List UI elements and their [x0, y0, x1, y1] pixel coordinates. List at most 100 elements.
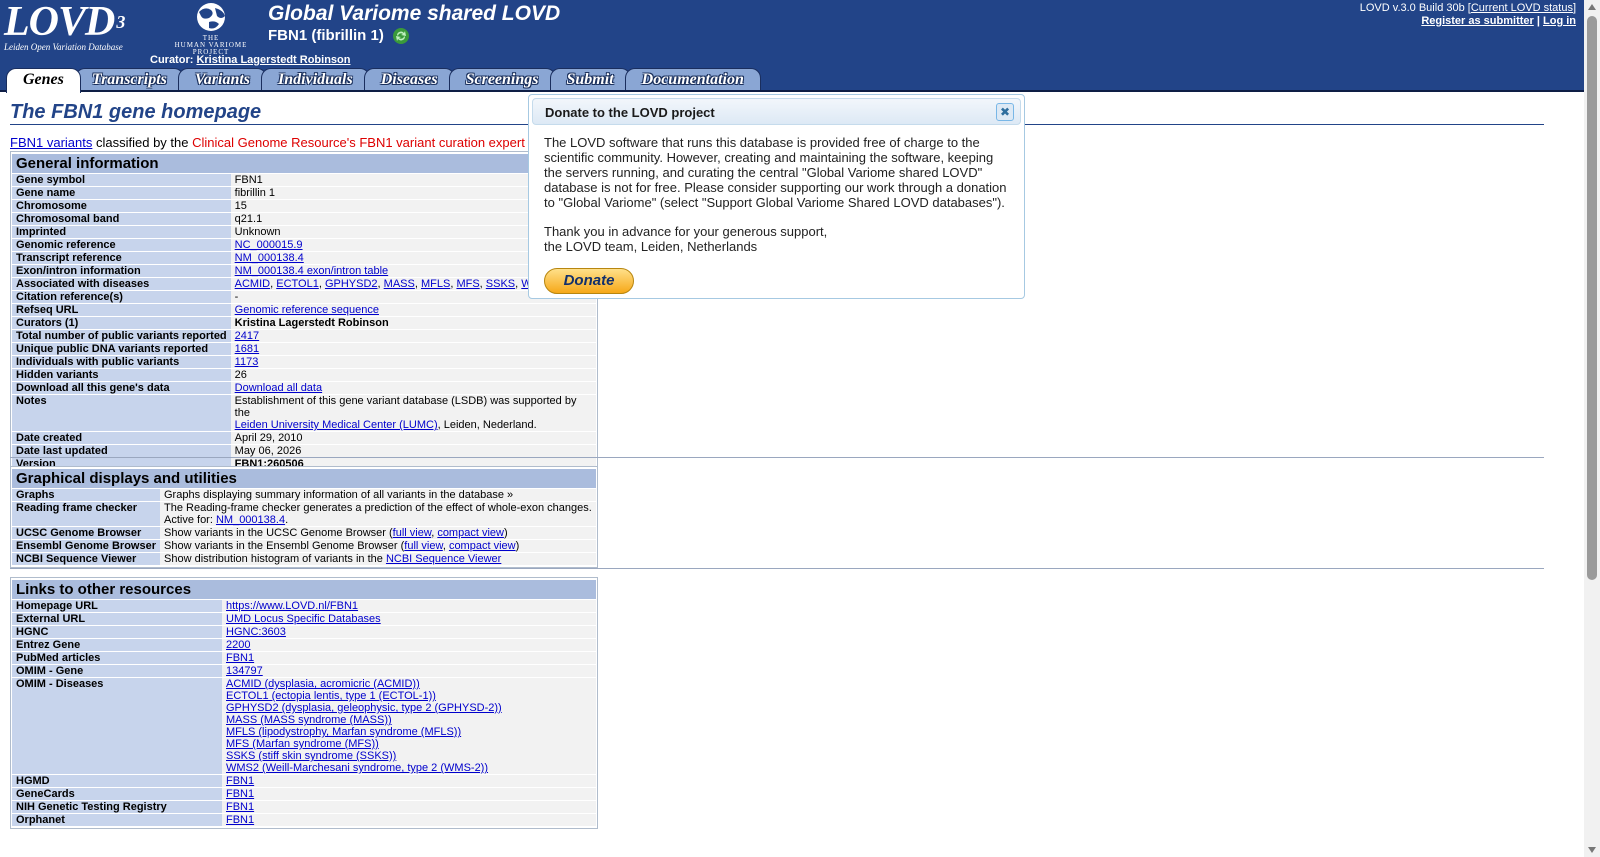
- table-row: NIH Genetic Testing Registry FBN1: [12, 801, 596, 813]
- section-title: General information: [12, 154, 596, 173]
- omim-disease-link[interactable]: MASS (MASS syndrome (MASS)): [226, 714, 592, 726]
- version-close: ]: [1572, 2, 1576, 14]
- omim-disease-link[interactable]: WMS2 (Weill-Marchesani syndrome, type 2 …: [226, 762, 592, 774]
- tab-transcripts[interactable]: Transcripts: [74, 68, 184, 92]
- unique-variants-link[interactable]: 1681: [235, 343, 259, 355]
- link-separator: |: [1536, 15, 1540, 27]
- omim-disease-link[interactable]: MFS (Marfan syndrome (MFS)): [226, 738, 592, 750]
- disease-link[interactable]: ECTOL1: [276, 278, 319, 290]
- orphanet-link[interactable]: FBN1: [226, 814, 254, 826]
- transcript-reference-link[interactable]: NM_000138.4: [235, 252, 304, 264]
- current-status-link[interactable]: Current LOVD status: [1471, 2, 1573, 14]
- row-label: Refseq URL: [12, 304, 231, 316]
- curators-value: Kristina Lagerstedt Robinson: [230, 317, 596, 329]
- row-label: Entrez Gene: [12, 639, 222, 651]
- tab-individuals[interactable]: Individuals: [261, 68, 370, 92]
- scroll-up-icon[interactable]: [1588, 4, 1596, 10]
- tab-genes[interactable]: Genes: [6, 68, 81, 93]
- section-divider: [10, 568, 1544, 569]
- entrez-link[interactable]: 2200: [226, 639, 250, 651]
- disease-link[interactable]: ACMID: [235, 278, 270, 290]
- genecards-link[interactable]: FBN1: [226, 788, 254, 800]
- ensembl-full-view-link[interactable]: full view: [404, 540, 443, 552]
- pubmed-link[interactable]: FBN1: [226, 652, 254, 664]
- omim-disease-link[interactable]: ACMID (dysplasia, acromicric (ACMID)): [226, 678, 592, 690]
- main-tabs: Genes Transcripts Variants Individuals D…: [6, 68, 761, 93]
- graphical-displays-table: Graphical displays and utilities Graphs G…: [10, 466, 598, 568]
- omim-disease-link[interactable]: SSKS (stiff skin syndrome (SSKS)): [226, 750, 592, 762]
- ncbi-viewer-link[interactable]: NCBI Sequence Viewer: [386, 553, 501, 565]
- homepage-link[interactable]: https://www.LOVD.nl/FBN1: [226, 600, 358, 612]
- ucsc-compact-view-link[interactable]: compact view: [437, 527, 504, 539]
- table-row: Genomic reference NC_000015.9: [12, 239, 596, 251]
- table-row: External URL UMD Locus Specific Databases: [12, 613, 596, 625]
- hgnc-link[interactable]: HGNC:3603: [226, 626, 286, 638]
- tab-diseases[interactable]: Diseases: [363, 68, 455, 92]
- login-link[interactable]: Log in: [1543, 15, 1576, 27]
- dialog-titlebar[interactable]: Donate to the LOVD project ✖: [532, 98, 1021, 125]
- tab-documentation[interactable]: Documentation: [624, 68, 761, 92]
- tab-variants[interactable]: Variants: [177, 68, 268, 92]
- human-variome-project-logo[interactable]: THE HUMAN VARIOME PROJECT: [170, 2, 252, 56]
- download-all-link[interactable]: Download all data: [235, 382, 322, 394]
- row-label: Gene symbol: [12, 174, 231, 186]
- ensembl-compact-view-link[interactable]: compact view: [449, 540, 516, 552]
- scroll-down-icon[interactable]: [1588, 847, 1596, 853]
- section-title: Links to other resources: [12, 580, 596, 599]
- omim-gene-link[interactable]: 134797: [226, 665, 263, 677]
- page-title: The FBN1 gene homepage: [10, 101, 262, 123]
- disease-link[interactable]: MASS: [384, 278, 415, 290]
- disease-link[interactable]: SSKS: [486, 278, 515, 290]
- vertical-scrollbar[interactable]: [1584, 0, 1600, 857]
- register-link[interactable]: Register as submitter: [1421, 15, 1533, 27]
- section-title: Graphical displays and utilities: [12, 469, 596, 488]
- row-label: GeneCards: [12, 788, 222, 800]
- table-row: NCBI Sequence Viewer Show distribution h…: [12, 553, 596, 565]
- ucsc-full-view-link[interactable]: full view: [393, 527, 432, 539]
- tab-screenings[interactable]: Screenings: [448, 68, 556, 92]
- genomic-reference-link[interactable]: NC_000015.9: [235, 239, 303, 251]
- refseq-link[interactable]: Genomic reference sequence: [235, 304, 379, 316]
- total-variants-link[interactable]: 2417: [235, 330, 259, 342]
- row-label: NIH Genetic Testing Registry: [12, 801, 222, 813]
- row-label: Citation reference(s): [12, 291, 231, 303]
- exon-table-link[interactable]: NM_000138.4 exon/intron table: [235, 265, 389, 277]
- disease-link[interactable]: MFLS: [421, 278, 450, 290]
- row-label: Curators (1): [12, 317, 231, 329]
- omim-disease-link[interactable]: GPHYSD2 (dysplasia, geleophysic, type 2 …: [226, 702, 592, 714]
- individuals-link[interactable]: 1173: [235, 356, 259, 368]
- omim-disease-link[interactable]: MFLS (lipodystrophy, Marfan syndrome (MF…: [226, 726, 592, 738]
- fbn1-variants-link[interactable]: FBN1 variants: [10, 135, 92, 150]
- graphs-link[interactable]: Graphs displaying summary information of…: [160, 489, 596, 501]
- row-label: Reading frame checker: [12, 502, 160, 526]
- rfc-transcript-link[interactable]: NM_000138.4: [216, 514, 285, 526]
- rfc-dot: .: [285, 514, 289, 526]
- scrollbar-thumb[interactable]: [1587, 16, 1597, 580]
- disease-link[interactable]: GPHYSD2: [325, 278, 378, 290]
- table-row: Associated with diseases ACMID, ECTOL1, …: [12, 278, 596, 290]
- close-icon[interactable]: ✖: [996, 103, 1014, 121]
- row-label: Total number of public variants reported: [12, 330, 231, 342]
- gene-title: FBN1 (fibrillin 1): [268, 27, 410, 45]
- curator-link[interactable]: Kristina Lagerstedt Robinson: [196, 54, 350, 66]
- lovd-logo[interactable]: LOVD 3 Leiden Open Variation Database: [4, 1, 144, 52]
- refresh-icon[interactable]: [392, 27, 410, 45]
- expert-panel-text: Clinical Genome Resource's FBN1 variant …: [192, 135, 543, 150]
- tab-submit[interactable]: Submit: [549, 68, 631, 92]
- table-row: Individuals with public variants 1173: [12, 356, 596, 368]
- ucsc-close: ): [503, 527, 508, 539]
- row-label: HGMD: [12, 775, 222, 787]
- external-url-link[interactable]: UMD Locus Specific Databases: [226, 613, 381, 625]
- omim-diseases-list: ACMID (dysplasia, acromicric (ACMID)) EC…: [222, 678, 596, 774]
- table-row: Homepage URL https://www.LOVD.nl/FBN1: [12, 600, 596, 612]
- donate-button[interactable]: Donate: [544, 268, 634, 294]
- disease-link[interactable]: MFS: [456, 278, 479, 290]
- lumc-link[interactable]: Leiden University Medical Center (LUMC): [235, 419, 438, 431]
- row-label: Homepage URL: [12, 600, 222, 612]
- table-row: Curators (1) Kristina Lagerstedt Robinson: [12, 317, 596, 329]
- row-label: Unique public DNA variants reported: [12, 343, 231, 355]
- nih-gtr-link[interactable]: FBN1: [226, 801, 254, 813]
- hgmd-link[interactable]: FBN1: [226, 775, 254, 787]
- omim-disease-link[interactable]: ECTOL1 (ectopia lentis, type 1 (ECTOL-1)…: [226, 690, 592, 702]
- table-row: OMIM - Gene 134797: [12, 665, 596, 677]
